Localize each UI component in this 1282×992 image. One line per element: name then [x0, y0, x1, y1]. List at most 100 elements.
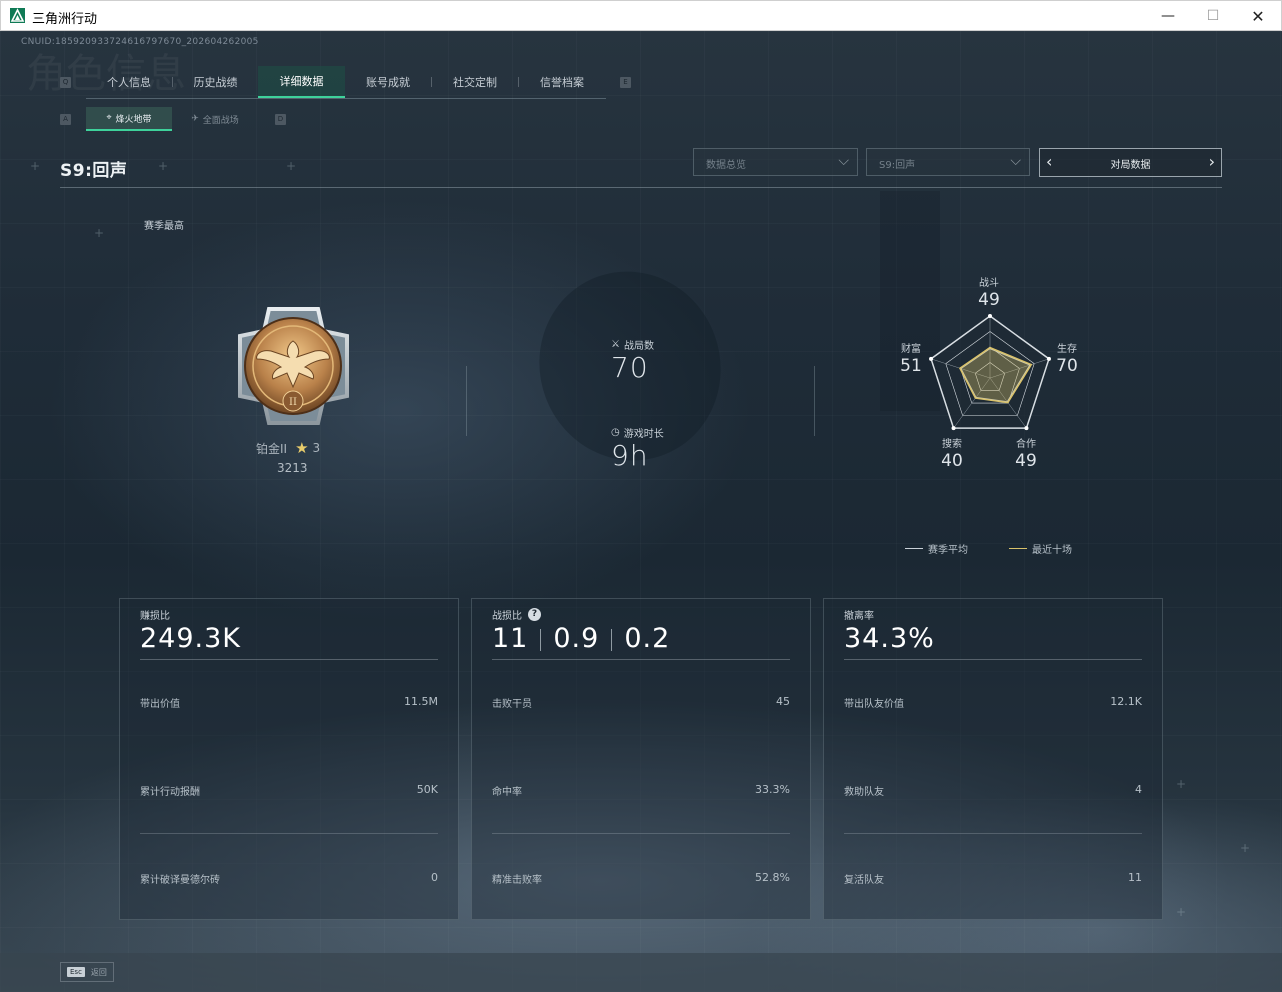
subtab-label: 烽火地带	[115, 114, 152, 125]
subtab-label: 全面战场	[202, 115, 239, 126]
plus-mark-icon: +	[94, 226, 105, 240]
mode-subtabs: ⌖ 烽火地带 ✈ 全面战场	[86, 107, 258, 131]
matches-value: 70	[611, 351, 649, 384]
legend-line-recent	[1009, 548, 1027, 549]
section-divider	[814, 366, 815, 436]
radar-label-combat: 战斗	[979, 278, 999, 289]
crossed-swords-icon: ⚔	[611, 339, 620, 350]
key-hint-d: D	[275, 114, 286, 125]
row-value: 11	[1128, 871, 1142, 884]
row-label: 救助队友	[844, 787, 884, 798]
row-label: 带出队友价值	[844, 699, 904, 710]
kd-secondary: 0.9	[553, 623, 600, 654]
rank-name: 铂金II	[256, 441, 288, 456]
dropdown-label: 数据总览	[706, 160, 746, 171]
tab-credit[interactable]: 信誉档案	[519, 66, 605, 98]
season-filter-dropdown[interactable]: S9:回声 ⌵	[866, 148, 1030, 176]
kd-total: 11	[492, 623, 529, 654]
plus-mark-icon: +	[1240, 841, 1251, 855]
radar-vertex-dot	[988, 314, 992, 318]
panel-divider	[492, 833, 790, 834]
main-tabs: 个人信息 历史战绩 详细数据 账号成就 社交定制 信誉档案	[86, 66, 606, 99]
season-title: S9:回声	[60, 161, 128, 181]
chevron-down-icon: ⌵	[1010, 153, 1021, 169]
back-button[interactable]: Esc 返回	[60, 962, 114, 982]
panel-divider	[844, 833, 1142, 834]
kd-tertiary: 0.2	[624, 623, 671, 654]
close-button[interactable]: ✕	[1235, 1, 1281, 31]
cnuid-text: CNUID:1859209337246167976​70_20260426200…	[21, 37, 259, 47]
radar-vertex-dot	[1024, 426, 1029, 431]
maximize-button[interactable]: ☐	[1190, 1, 1236, 31]
panel-divider	[140, 659, 438, 660]
radar-value-teamwork: 49	[1015, 451, 1037, 471]
rank-line: 铂金II ★ 3	[256, 439, 320, 457]
medal-numeral: II	[289, 397, 297, 408]
row-value: 50K	[416, 783, 438, 796]
panel-big-value: 11 0.9 0.2	[492, 623, 670, 654]
back-label: 返回	[90, 967, 107, 977]
legend-season-avg: 赛季平均	[905, 541, 968, 556]
tab-social[interactable]: 社交定制	[432, 66, 518, 98]
row-value: 52.8%	[755, 871, 790, 884]
help-icon[interactable]: ?	[528, 608, 541, 621]
tab-achievements[interactable]: 账号成就	[345, 66, 431, 98]
radar-label-search: 搜索	[942, 439, 962, 450]
star-icon: ★	[295, 439, 309, 457]
window-title: 三角洲行动	[32, 12, 98, 27]
tab-history[interactable]: 历史战绩	[173, 66, 258, 98]
radar-label-wealth: 财富	[901, 344, 921, 355]
tactical-icon: ⌖	[106, 113, 112, 123]
panel-big-value: 34.3%	[844, 623, 935, 654]
row-value: 11.5M	[404, 695, 438, 708]
row-label: 累计行动报酬	[140, 787, 200, 798]
row-label: 累计破译曼德尔砖	[140, 875, 220, 886]
legend-recent-ten: 最近十场	[1009, 541, 1072, 556]
panel-big-value: 249.3K	[140, 623, 242, 654]
panel-title: 战损比 ?	[492, 607, 541, 622]
row-value: 12.1K	[1110, 695, 1142, 708]
stat-panel-profit: 赚损比 249.3K 带出价值 11.5M 累计行动报酬 50K 累计破译曼德尔…	[119, 598, 459, 920]
radar-value-survival: 70	[1056, 356, 1078, 376]
plus-mark-icon: +	[1176, 777, 1187, 791]
row-label: 命中率	[492, 787, 522, 798]
match-data-pager[interactable]: ‹ 对局数据 ›	[1039, 148, 1222, 177]
row-label: 精准击败率	[492, 875, 542, 886]
value-divider	[540, 628, 542, 651]
radar-vertex-dot	[951, 426, 956, 431]
panel-title: 撤离率	[844, 611, 874, 622]
rank-medal: II	[231, 301, 356, 431]
stat-panel-kd: 战损比 ? 11 0.9 0.2 击败干员 45 命中率 33.3% 精准击败率 5…	[471, 598, 811, 920]
row-value: 45	[776, 695, 790, 708]
row-label: 击败干员	[492, 699, 532, 710]
chevron-down-icon: ⌵	[838, 153, 849, 169]
key-hint-q: Q	[60, 77, 71, 88]
section-divider	[466, 366, 467, 436]
app-logo-icon	[10, 8, 25, 23]
chevron-right-icon[interactable]: ›	[1209, 152, 1215, 171]
radar-value-search: 40	[941, 451, 963, 471]
rank-medal-icon: II	[238, 307, 349, 425]
data-filter-dropdown[interactable]: 数据总览 ⌵	[693, 148, 858, 176]
tab-personal-info[interactable]: 个人信息	[86, 66, 172, 98]
panel-divider	[492, 659, 790, 660]
plus-mark-icon: +	[30, 159, 41, 173]
tab-details[interactable]: 详细数据	[258, 66, 345, 98]
value-divider	[611, 628, 613, 651]
subtab-warfare[interactable]: ✈ 全面战场	[172, 107, 258, 131]
stat-panel-extraction: 撤离率 34.3% 带出队友价值 12.1K 救助队友 4 复活队友 11	[823, 598, 1163, 920]
pager-label: 对局数据	[1110, 160, 1151, 171]
window-titlebar: 三角洲行动 — ☐ ✕	[0, 0, 1282, 31]
plus-mark-icon: +	[1176, 905, 1187, 919]
radar-value-combat: 49	[978, 290, 1000, 310]
matches-label-text: 战局数	[623, 341, 654, 352]
bottom-bar	[0, 953, 1282, 992]
legend-label: 最近十场	[1032, 545, 1072, 556]
key-hint-a: A	[60, 114, 71, 125]
minimize-button[interactable]: —	[1145, 1, 1191, 31]
plus-mark-icon: +	[286, 159, 297, 173]
plus-mark-icon: +	[158, 159, 169, 173]
season-best-label: 赛季最高	[144, 221, 184, 232]
radar-value-wealth: 51	[900, 356, 922, 376]
subtab-hazard-zone[interactable]: ⌖ 烽火地带	[86, 107, 172, 131]
